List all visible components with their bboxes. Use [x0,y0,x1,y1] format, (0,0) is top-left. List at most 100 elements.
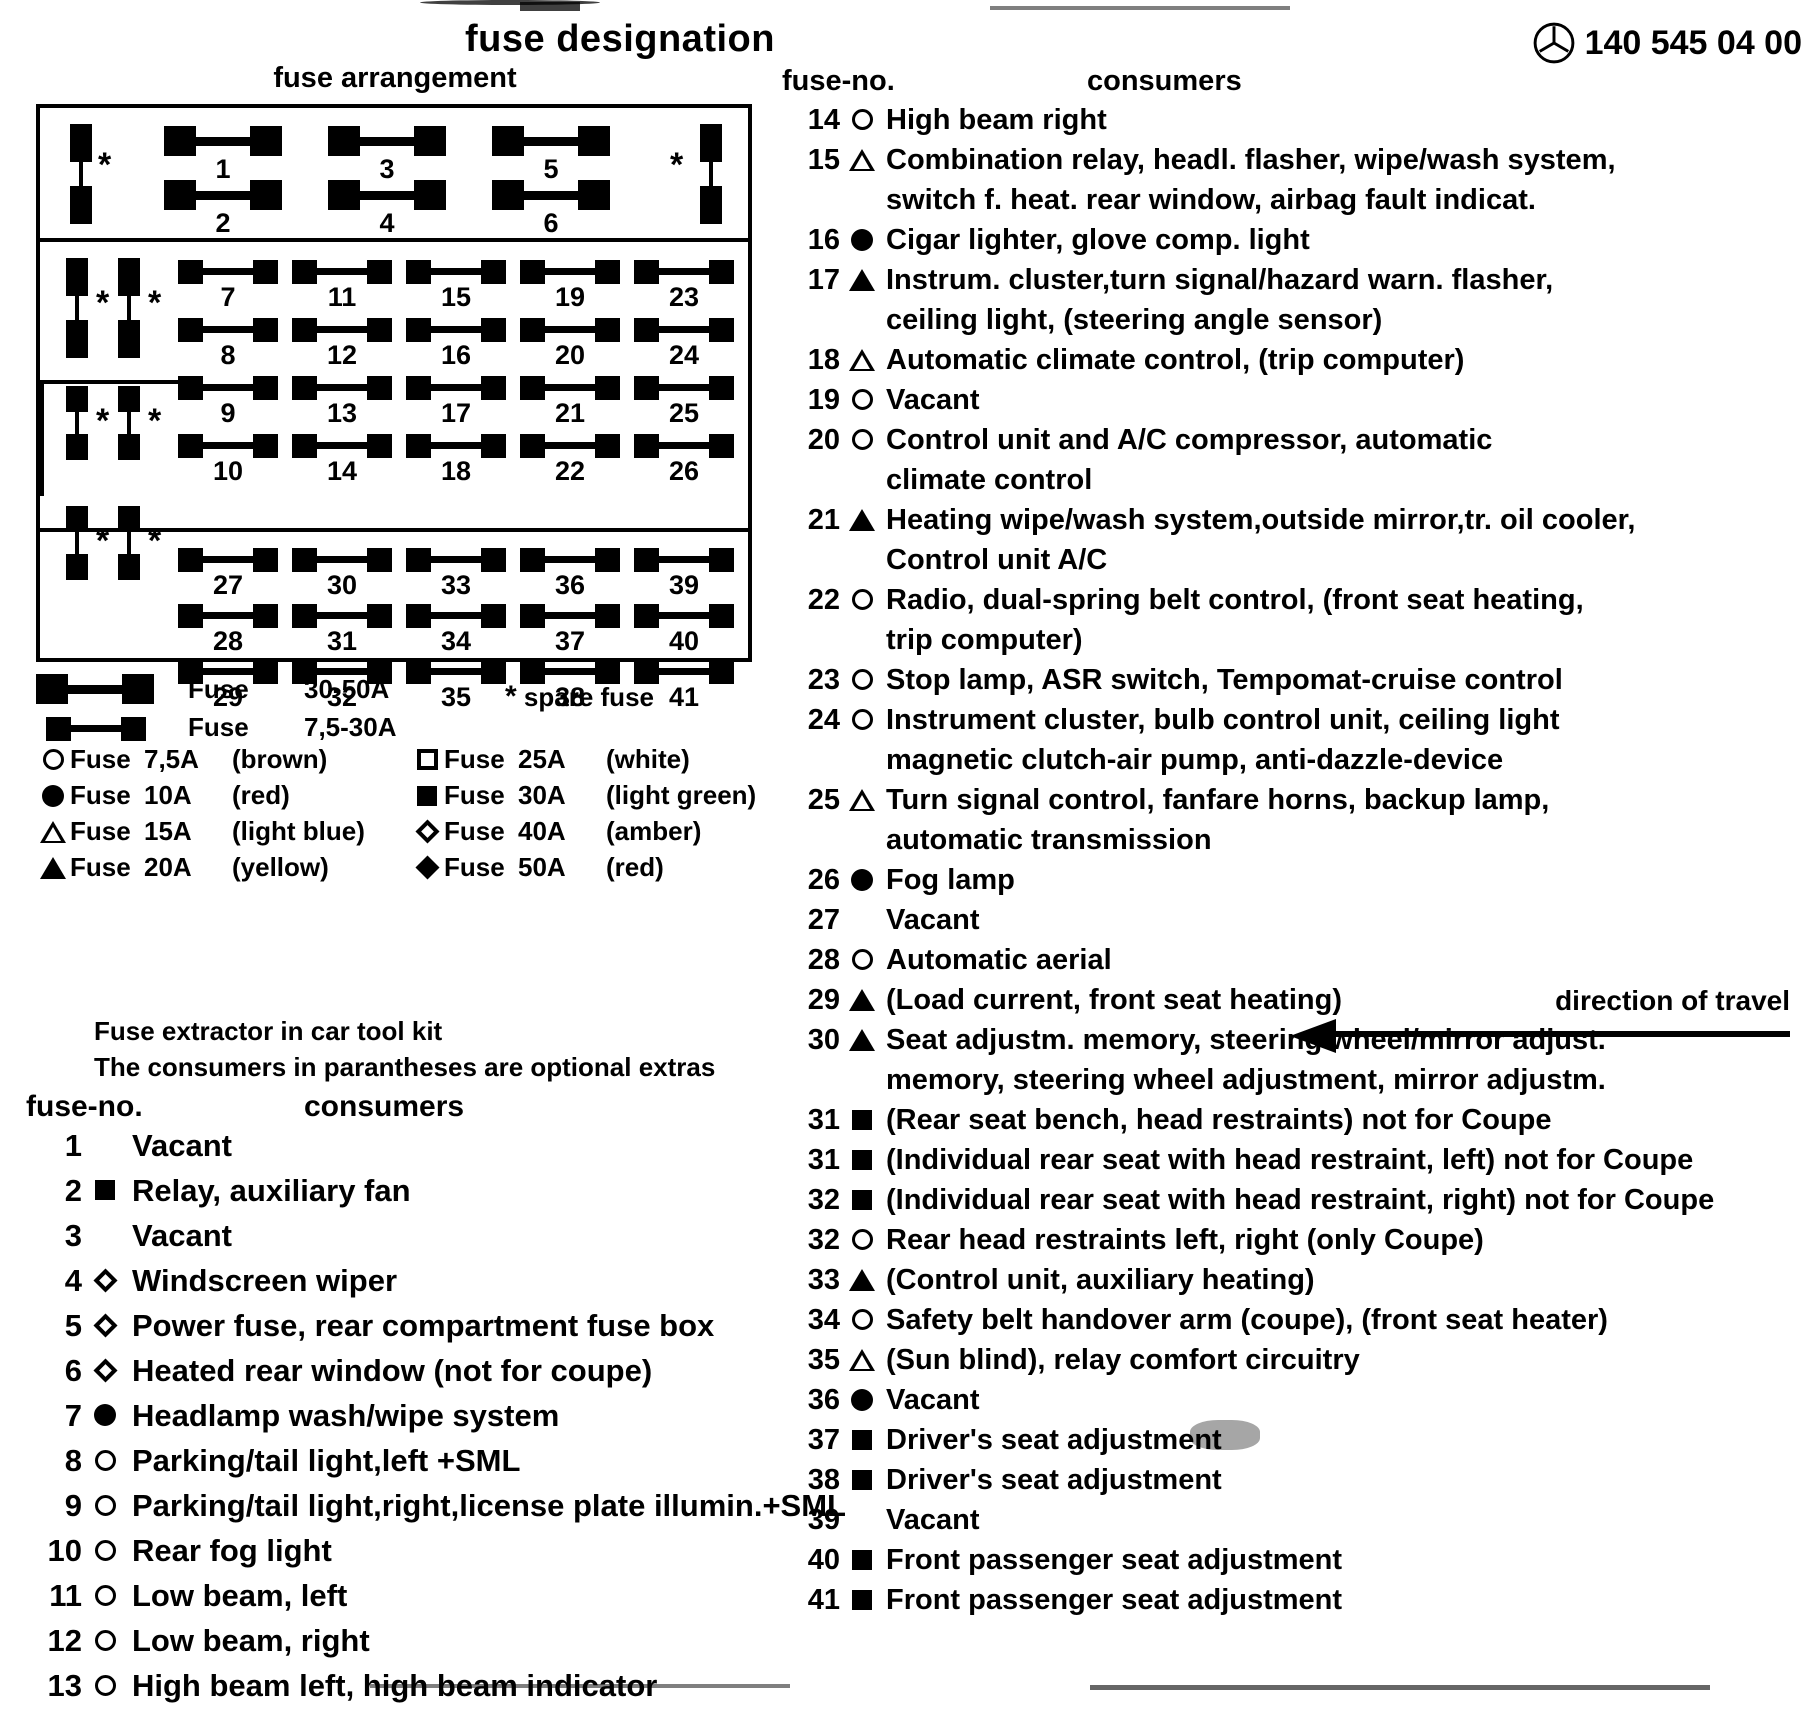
fuse-list-item[interactable]: 20 Control unit and A/C compressor, autom… [782,424,1714,464]
fuse-symbol [82,1443,128,1477]
fuse-slot-15[interactable]: 15 [406,260,506,311]
fuse-slot-number: 33 [440,570,472,600]
fuse-list-item[interactable]: 3 Vacant [26,1218,846,1263]
fuse-slot-10[interactable]: 10 [178,434,278,485]
fuse-slot-17[interactable]: 17 [406,376,506,427]
fuse-slot-number: 36 [554,570,586,600]
fuse-list-item[interactable]: 31 (Individual rear seat with head restra… [782,1144,1714,1184]
spare-fuse-holder[interactable] [700,124,722,224]
fuse-list-item[interactable]: 21 Heating wipe/wash system,outside mirro… [782,504,1714,544]
fuse-slot-19[interactable]: 19 [520,260,620,311]
fuse-slot-11[interactable]: 11 [292,260,392,311]
fuse-list-item[interactable]: 22 Radio, dual-spring belt control, (fron… [782,584,1714,624]
fuse-list-item[interactable]: 11 Low beam, left [26,1578,846,1623]
symbol-legend-right-row: Fuse 40A (amber) [410,816,701,847]
fuse-list-item[interactable]: 23 Stop lamp, ASR switch, Tempomat-cruise… [782,664,1714,704]
fuse-slot-number: 28 [212,626,244,656]
fuse-slot-24[interactable]: 24 [634,318,734,369]
fuse-slot-28[interactable]: 28 [178,604,278,655]
circle-filled-icon [851,868,873,891]
spare-fuse-holder[interactable] [66,506,88,580]
fuse-slot-23[interactable]: 23 [634,260,734,311]
fuse-list-item[interactable]: 1 Vacant [26,1128,846,1173]
fuse-slot-31[interactable]: 31 [292,604,392,655]
fuse-slot-7[interactable]: 7 [178,260,278,311]
fuse-list-item[interactable]: 17 Instrum. cluster,turn signal/hazard wa… [782,264,1714,304]
fuse-slot-9[interactable]: 9 [178,376,278,427]
fuse-symbol [840,104,884,135]
fuse-list-item[interactable]: 25 Turn signal control, fanfare horns, ba… [782,784,1714,824]
spare-fuse-holder[interactable] [118,506,140,580]
fuse-list-item[interactable]: 28 Automatic aerial [782,944,1714,984]
fuse-slot-3[interactable]: 3 [328,126,446,183]
fuse-list-item[interactable]: 15 Combination relay, headl. flasher, wip… [782,144,1714,184]
fuse-list-item[interactable]: 41 Front passenger seat adjustment [782,1584,1714,1624]
fuse-slot-26[interactable]: 26 [634,434,734,485]
fuse-list-item[interactable]: 34 Safety belt handover arm (coupe), (fro… [782,1304,1714,1344]
fuse-list-item[interactable]: 24 Instrument cluster, bulb control unit,… [782,704,1714,744]
fuse-list-item[interactable]: 18 Automatic climate control, (trip compu… [782,344,1714,384]
fuse-slot-18[interactable]: 18 [406,434,506,485]
fuse-list-item[interactable]: 6 Heated rear window (not for coupe) [26,1353,846,1398]
fuse-list-item[interactable]: 32 (Individual rear seat with head restra… [782,1184,1714,1224]
fuse-list-item[interactable]: 16 Cigar lighter, glove comp. light [782,224,1714,264]
fuse-list-item[interactable]: 26 Fog lamp [782,864,1714,904]
fuse-slot-number: 12 [326,340,358,370]
fuse-list-item[interactable]: 36 Vacant [782,1384,1714,1424]
fuse-list-item[interactable]: 13 High beam left, high beam indicator [26,1668,846,1713]
fuse-slot-40[interactable]: 40 [634,604,734,655]
fuse-list-item[interactable]: 2 Relay, auxiliary fan [26,1173,846,1218]
fuse-symbol [840,664,884,695]
fuse-slot-39[interactable]: 39 [634,548,734,599]
fuse-slot-13[interactable]: 13 [292,376,392,427]
fuse-list-item[interactable]: 31 (Rear seat bench, head restraints) not… [782,1104,1714,1144]
fuse-slot-14[interactable]: 14 [292,434,392,485]
fuse-slot-2[interactable]: 2 [164,180,282,237]
fuse-list-item[interactable]: 33 (Control unit, auxiliary heating) [782,1264,1714,1304]
fuse-slot-number: 14 [326,456,358,486]
legend-rating: 50A [518,852,566,882]
fuse-list-item[interactable]: 5 Power fuse, rear compartment fuse box [26,1308,846,1353]
fuse-list-item[interactable]: 40 Front passenger seat adjustment [782,1544,1714,1584]
fuse-list-item[interactable]: 38 Driver's seat adjustment [782,1464,1714,1504]
fuse-arrangement-title: fuse arrangement [273,62,517,94]
fuse-slot-37[interactable]: 37 [520,604,620,655]
spare-fuse-holder[interactable] [118,386,140,460]
fuse-number: 26 [807,864,840,896]
fuse-slot-20[interactable]: 20 [520,318,620,369]
fuse-list-item[interactable]: 35 (Sun blind), relay comfort circuitry [782,1344,1714,1384]
fuse-slot-12[interactable]: 12 [292,318,392,369]
fuse-slot-6[interactable]: 6 [492,180,610,237]
fuse-slot-34[interactable]: 34 [406,604,506,655]
fuse-list-item[interactable]: 8 Parking/tail light,left +SML [26,1443,846,1488]
fuse-slot-16[interactable]: 16 [406,318,506,369]
fuse-slot-25[interactable]: 25 [634,376,734,427]
fuse-slot-1[interactable]: 1 [164,126,282,183]
fuse-list-item[interactable]: 19 Vacant [782,384,1714,424]
fuse-slot-30[interactable]: 30 [292,548,392,599]
spare-fuse-holder[interactable] [66,258,88,358]
fuse-list-item[interactable]: 14 High beam right [782,104,1714,144]
fuse-list-item[interactable]: 10 Rear fog light [26,1533,846,1578]
fuse-slot-5[interactable]: 5 [492,126,610,183]
fuse-list-item[interactable]: 39 Vacant [782,1504,1714,1544]
fuse-slot-35[interactable]: 35 [406,660,506,711]
fuse-list-item[interactable]: 7 Headlamp wash/wipe system [26,1398,846,1443]
triangle-outline-icon [849,1348,875,1371]
fuse-slot-33[interactable]: 33 [406,548,506,599]
spare-fuse-holder[interactable] [70,124,92,224]
fuse-list-item[interactable]: 9 Parking/tail light,right,license plate … [26,1488,846,1533]
fuse-slot-22[interactable]: 22 [520,434,620,485]
fuse-slot-21[interactable]: 21 [520,376,620,427]
fuse-list-item[interactable]: 32 Rear head restraints left, right (only… [782,1224,1714,1264]
fuse-slot-27[interactable]: 27 [178,548,278,599]
fuse-consumer-text: (Sun blind), relay comfort circuitry [886,1344,1360,1376]
fuse-list-item[interactable]: 12 Low beam, right [26,1623,846,1668]
fuse-slot-4[interactable]: 4 [328,180,446,237]
fuse-list-item[interactable]: 27 Vacant [782,904,1714,944]
fuse-list-item[interactable]: 4 Windscreen wiper [26,1263,846,1308]
spare-fuse-holder[interactable] [66,386,88,460]
fuse-slot-36[interactable]: 36 [520,548,620,599]
spare-fuse-holder[interactable] [118,258,140,358]
fuse-slot-8[interactable]: 8 [178,318,278,369]
